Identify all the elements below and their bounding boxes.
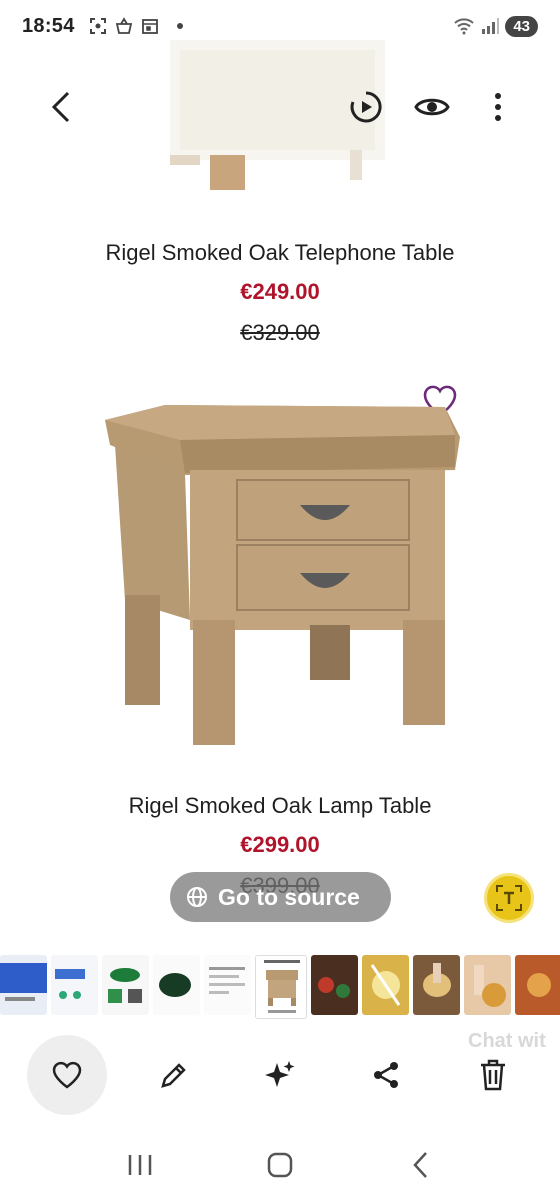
favorite-button[interactable] [27,1035,108,1115]
back-button[interactable] [40,85,84,129]
battery-level: 43 [505,15,538,37]
pencil-icon [160,1063,186,1088]
go-to-source-label: Go to source [218,883,360,910]
wifi-icon [454,18,475,35]
text-scan-icon [496,885,522,911]
home-icon [267,1152,293,1178]
go-to-source-button[interactable]: Go to source [170,872,391,922]
back-arrow-icon [51,91,70,123]
thumbnail[interactable] [0,955,47,1015]
thumbnail[interactable] [311,955,358,1015]
globe-icon [187,887,207,907]
photo-actions-bar [0,1030,560,1120]
more-vertical-icon [495,93,501,121]
screenshot-icon [89,18,106,34]
product-name[interactable]: Rigel Smoked Oak Telephone Table [0,240,560,266]
thumbnail-strip [0,955,560,1019]
eye-icon [414,98,450,116]
extract-text-button[interactable] [484,873,534,923]
thumbnail-selected[interactable] [255,955,307,1019]
home-button[interactable] [250,1140,310,1190]
thumbnail[interactable] [102,955,149,1015]
product-price: €299.00 [240,832,320,857]
heart-icon [52,1061,82,1089]
calendar-icon [141,19,158,34]
more-options-button[interactable] [476,85,520,129]
share-icon [374,1062,399,1088]
product-name[interactable]: Rigel Smoked Oak Lamp Table [0,793,560,819]
edit-button[interactable] [134,1035,214,1115]
recent-apps-icon [128,1155,152,1175]
nav-back-button[interactable] [390,1140,450,1190]
status-bar: 18:54 43 [0,0,560,52]
ai-enhance-button[interactable] [240,1035,320,1115]
shopping-basket-icon [115,17,132,34]
trash-icon [480,1059,505,1091]
delete-button[interactable] [453,1035,533,1115]
thumbnail[interactable] [362,955,409,1015]
thumbnail[interactable] [51,955,98,1015]
system-nav-bar [0,1130,560,1200]
back-icon [413,1152,427,1178]
lamp-table-image[interactable] [95,395,475,755]
thumbnail[interactable] [464,955,511,1015]
product-price: €249.00 [240,279,320,304]
thumbnail[interactable] [153,955,200,1015]
viewer-toolbar [0,62,560,152]
notification-icons [89,17,183,35]
more-notifications-dot [176,23,183,29]
view-button[interactable] [410,85,454,129]
motion-photo-button[interactable] [344,85,388,129]
system-status: 43 [453,15,538,37]
thumbnail[interactable] [204,955,251,1015]
recent-apps-button[interactable] [110,1140,170,1190]
share-button[interactable] [346,1035,426,1115]
signal-icon [482,18,500,34]
sparkle-icon [264,1061,295,1087]
thumbnail[interactable] [515,955,560,1015]
status-time: 18:54 [22,14,75,37]
thumbnail[interactable] [413,955,460,1015]
product-old-price: €329.00 [240,320,320,345]
motion-photo-icon [350,91,382,123]
